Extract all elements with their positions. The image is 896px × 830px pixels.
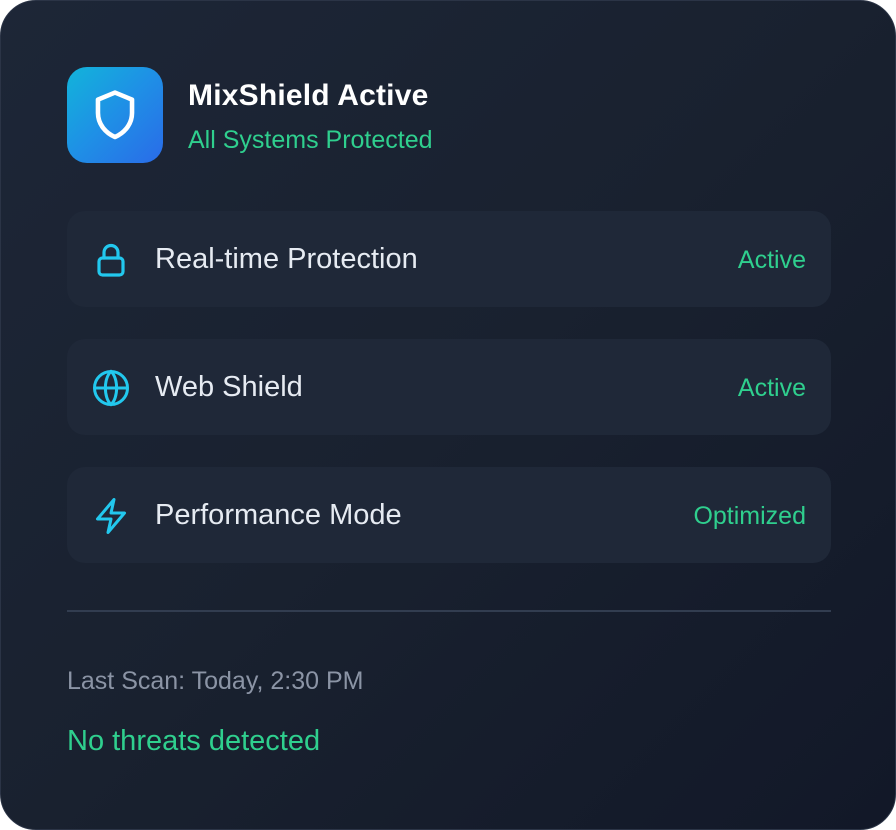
shield-icon	[95, 90, 135, 140]
security-status-card: MixShield Active All Systems Protected R…	[0, 0, 896, 830]
feature-label: Real-time Protection	[155, 243, 418, 275]
feature-label: Web Shield	[155, 371, 303, 403]
app-title: MixShield Active	[188, 79, 429, 112]
protection-status: All Systems Protected	[188, 126, 433, 154]
divider	[67, 610, 831, 612]
threat-status: No threats detected	[67, 725, 321, 757]
globe-icon	[93, 369, 129, 407]
feature-label: Performance Mode	[155, 499, 402, 531]
lock-icon	[97, 243, 125, 277]
feature-row-realtime-protection[interactable]: Real-time Protection Active	[67, 211, 831, 307]
feature-status: Active	[737, 246, 806, 274]
feature-status: Active	[737, 374, 806, 402]
app-logo	[67, 67, 163, 163]
feature-row-web-shield[interactable]: Web Shield Active	[67, 339, 831, 435]
feature-status: Optimized	[693, 502, 806, 530]
feature-row-performance-mode[interactable]: Performance Mode Optimized	[67, 467, 831, 563]
lightning-icon	[96, 498, 126, 534]
last-scan-time: Last Scan: Today, 2:30 PM	[67, 667, 364, 695]
